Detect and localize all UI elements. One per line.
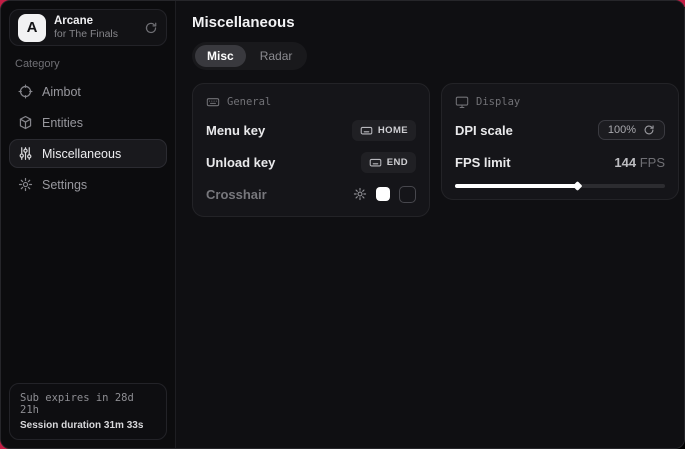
tab-bar: Misc Radar — [192, 42, 307, 70]
fps-number: 144 — [614, 155, 636, 170]
desktop-backdrop: A Arcane for The Finals Category — [0, 0, 685, 449]
crosshair-label: Crosshair — [206, 187, 267, 202]
gear-icon[interactable] — [353, 187, 367, 201]
sidebar-item-label: Settings — [42, 178, 87, 192]
app-logo: A — [18, 14, 46, 42]
sidebar: A Arcane for The Finals Category — [1, 1, 176, 448]
display-panel-title: Display — [476, 96, 520, 108]
fps-limit-slider[interactable] — [455, 184, 665, 188]
app-subtitle: for The Finals — [54, 28, 118, 40]
tab-radar[interactable]: Radar — [248, 45, 305, 67]
dpi-scale-value: 100% — [608, 124, 636, 136]
app-meta: Arcane for The Finals — [54, 15, 118, 40]
sidebar-item-miscellaneous[interactable]: Miscellaneous — [9, 139, 167, 168]
keyboard-icon — [206, 95, 220, 109]
dpi-scale-label: DPI scale — [455, 123, 513, 138]
keyboard-icon — [360, 124, 373, 137]
session-duration-text: Session duration 31m 33s — [20, 420, 156, 431]
subscription-status-card: Sub expires in 28d 21h Session duration … — [9, 383, 167, 440]
sidebar-item-aimbot[interactable]: Aimbot — [9, 77, 167, 106]
unload-key-bind-button[interactable]: END — [361, 152, 416, 173]
page-title: Miscellaneous — [192, 14, 679, 31]
fps-limit-label: FPS limit — [455, 155, 511, 170]
sidebar-item-label: Aimbot — [42, 85, 81, 99]
sliders-icon — [18, 146, 33, 161]
tab-misc[interactable]: Misc — [195, 45, 246, 67]
box-icon — [18, 115, 33, 130]
unload-key-row: Unload key END — [206, 151, 416, 173]
general-panel-header: General — [206, 95, 416, 109]
slider-thumb[interactable] — [572, 181, 582, 191]
sidebar-item-label: Miscellaneous — [42, 147, 121, 161]
menu-key-value: HOME — [378, 125, 408, 136]
crosshair-checkbox[interactable] — [399, 186, 416, 203]
keyboard-icon — [369, 156, 382, 169]
app-window: A Arcane for The Finals Category — [0, 0, 685, 449]
sidebar-item-entities[interactable]: Entities — [9, 108, 167, 137]
crosshair-icon — [18, 84, 33, 99]
crosshair-controls — [353, 186, 416, 203]
general-panel-title: General — [227, 96, 271, 108]
refresh-icon — [643, 124, 655, 136]
display-panel-header: Display — [455, 95, 665, 109]
unload-key-label: Unload key — [206, 155, 275, 170]
monitor-icon — [455, 95, 469, 109]
menu-key-row: Menu key HOME — [206, 119, 416, 141]
sidebar-item-label: Entities — [42, 116, 83, 130]
app-title: Arcane — [54, 15, 118, 28]
sidebar-nav: Aimbot Entities — [1, 77, 175, 199]
dpi-scale-row: DPI scale 100% — [455, 119, 665, 141]
fps-limit-row: FPS limit 144 FPS — [455, 151, 665, 173]
crosshair-color-swatch[interactable] — [376, 187, 390, 201]
panels-row: General Menu key HOME — [192, 83, 679, 217]
menu-key-bind-button[interactable]: HOME — [352, 120, 416, 141]
sidebar-item-settings[interactable]: Settings — [9, 170, 167, 199]
category-label: Category — [15, 58, 161, 70]
main-content: Miscellaneous Misc Radar Gene — [176, 1, 685, 448]
sync-icon[interactable] — [144, 21, 158, 35]
gear-icon — [18, 177, 33, 192]
display-panel: Display DPI scale 100% — [441, 83, 679, 200]
fps-limit-value: 144 FPS — [614, 155, 665, 170]
dpi-scale-button[interactable]: 100% — [598, 120, 665, 140]
crosshair-row: Crosshair — [206, 183, 416, 205]
sub-expiry-text: Sub expires in 28d 21h — [20, 392, 156, 416]
menu-key-label: Menu key — [206, 123, 265, 138]
slider-fill — [455, 184, 577, 188]
unload-key-value: END — [387, 157, 408, 168]
app-header-card: A Arcane for The Finals — [9, 9, 167, 46]
fps-unit: FPS — [640, 155, 665, 170]
general-panel: General Menu key HOME — [192, 83, 430, 217]
